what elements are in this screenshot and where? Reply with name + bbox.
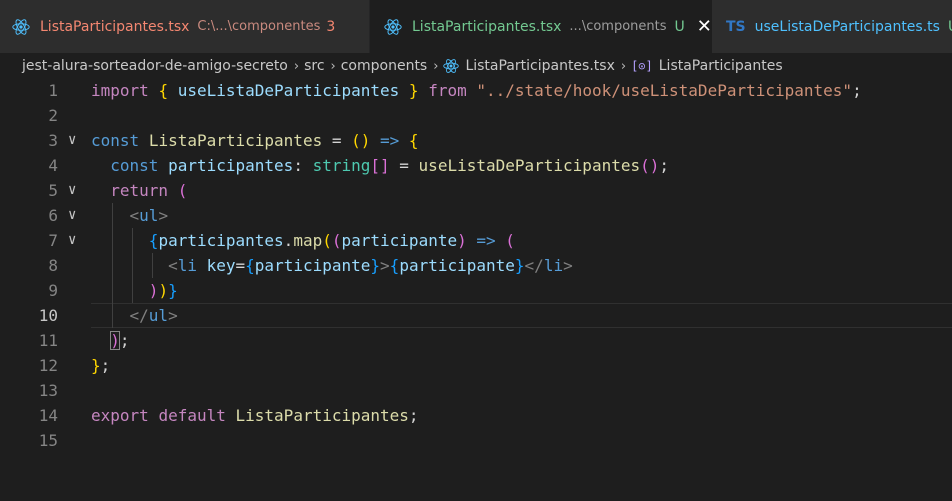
react-icon	[443, 59, 460, 73]
fold-chevron-icon[interactable]: ∨	[68, 203, 84, 228]
code-line: 13	[0, 378, 952, 403]
code-line: 5 ∨ return (	[0, 178, 952, 203]
code-line: 7 ∨ {participantes.map((participante) =>…	[0, 228, 952, 253]
fold-chevron-icon[interactable]: ∨	[68, 128, 84, 153]
line-number: 6	[48, 206, 58, 225]
line-number: 11	[38, 331, 58, 350]
line-content: {participantes.map((participante) => (	[148, 231, 515, 250]
line-content: return (	[110, 181, 188, 200]
line-number: 5	[48, 181, 58, 200]
breadcrumb: jest-alura-sorteador-de-amigo-secreto › …	[0, 53, 952, 79]
line-content: <li key={participante}>{participante}</l…	[168, 256, 573, 275]
line-number: 1	[48, 81, 58, 100]
line-number: 7	[48, 231, 58, 250]
line-content: const participantes: string[] = useLista…	[110, 156, 670, 175]
code-line: 6 ∨ <ul>	[0, 203, 952, 228]
tab-path: C:\...\componentes	[197, 19, 321, 34]
code-line: 8 <li key={participante}>{participante}<…	[0, 253, 952, 278]
fold-chevron-icon[interactable]: ∨	[68, 228, 84, 253]
code-line: 4 const participantes: string[] = useLis…	[0, 153, 952, 178]
chevron-right-icon: ›	[433, 58, 439, 74]
breadcrumb-item-components[interactable]: components	[341, 58, 428, 74]
tab-label: useListaDeParticipantes.ts	[754, 18, 940, 35]
fold-chevron-icon[interactable]: ∨	[68, 178, 84, 203]
tab-listaparticipantes-componentes[interactable]: ListaParticipantes.tsx C:\...\componente…	[0, 0, 370, 53]
line-content: </ul>	[129, 306, 178, 325]
chevron-right-icon: ›	[293, 58, 300, 74]
error-count-badge: 3	[326, 18, 336, 35]
tab-label: ListaParticipantes.tsx	[412, 18, 562, 35]
code-line: 3 ∨ const ListaParticipantes = () => {	[0, 128, 952, 153]
code-line: 2	[0, 103, 952, 128]
code-editor[interactable]: 1 import { useListaDeParticipantes } fro…	[0, 78, 952, 501]
tab-path: ...\components	[569, 19, 667, 34]
line-content: import { useListaDeParticipantes } from …	[91, 81, 862, 100]
untracked-badge: U	[674, 18, 685, 35]
tab-listaparticipantes-components[interactable]: ListaParticipantes.tsx ...\components U …	[370, 0, 712, 53]
close-icon[interactable]: ✕	[697, 16, 712, 37]
tab-uselistadeparticipantes[interactable]: TS useListaDeParticipantes.ts U	[712, 0, 952, 53]
code-line: 9 ))}	[0, 278, 952, 303]
breadcrumb-item-project[interactable]: jest-alura-sorteador-de-amigo-secreto	[22, 58, 288, 74]
chevron-right-icon: ›	[330, 58, 336, 74]
tab-bar: ListaParticipantes.tsx C:\...\componente…	[0, 0, 952, 53]
code-line: 14 export default ListaParticipantes;	[0, 403, 952, 428]
symbol-icon: [⊙]	[631, 59, 653, 73]
line-number: 4	[48, 156, 58, 175]
line-content: export default ListaParticipantes;	[91, 406, 419, 425]
line-number: 2	[48, 106, 58, 125]
line-number: 10	[38, 306, 58, 325]
react-icon	[12, 18, 30, 35]
ts-icon: TS	[726, 18, 746, 35]
line-number: 8	[48, 256, 58, 275]
code-line: 11 );	[0, 328, 952, 353]
react-icon	[384, 18, 402, 35]
code-line: 12 };	[0, 353, 952, 378]
line-content: const ListaParticipantes = () => {	[91, 131, 419, 150]
line-number: 9	[48, 281, 58, 300]
chevron-right-icon: ›	[620, 58, 627, 74]
line-number: 15	[38, 431, 58, 450]
code-line: 1 import { useListaDeParticipantes } fro…	[0, 78, 952, 103]
breadcrumb-item-symbol[interactable]: ListaParticipantes	[659, 58, 783, 74]
line-number: 3	[48, 131, 58, 150]
line-content: ))}	[148, 281, 178, 300]
breadcrumb-item-src[interactable]: src	[304, 58, 324, 74]
code-line: 15	[0, 428, 952, 453]
untracked-badge: U	[948, 19, 952, 35]
line-number: 14	[38, 406, 58, 425]
line-content: );	[110, 331, 130, 350]
breadcrumb-item-file[interactable]: ListaParticipantes.tsx	[465, 58, 614, 74]
code-line-active: 10 </ul>	[0, 303, 952, 328]
line-number: 12	[38, 356, 58, 375]
tab-label: ListaParticipantes.tsx	[40, 18, 190, 35]
line-content: <ul>	[129, 206, 169, 225]
line-number: 13	[38, 381, 58, 400]
line-content: };	[91, 356, 111, 375]
